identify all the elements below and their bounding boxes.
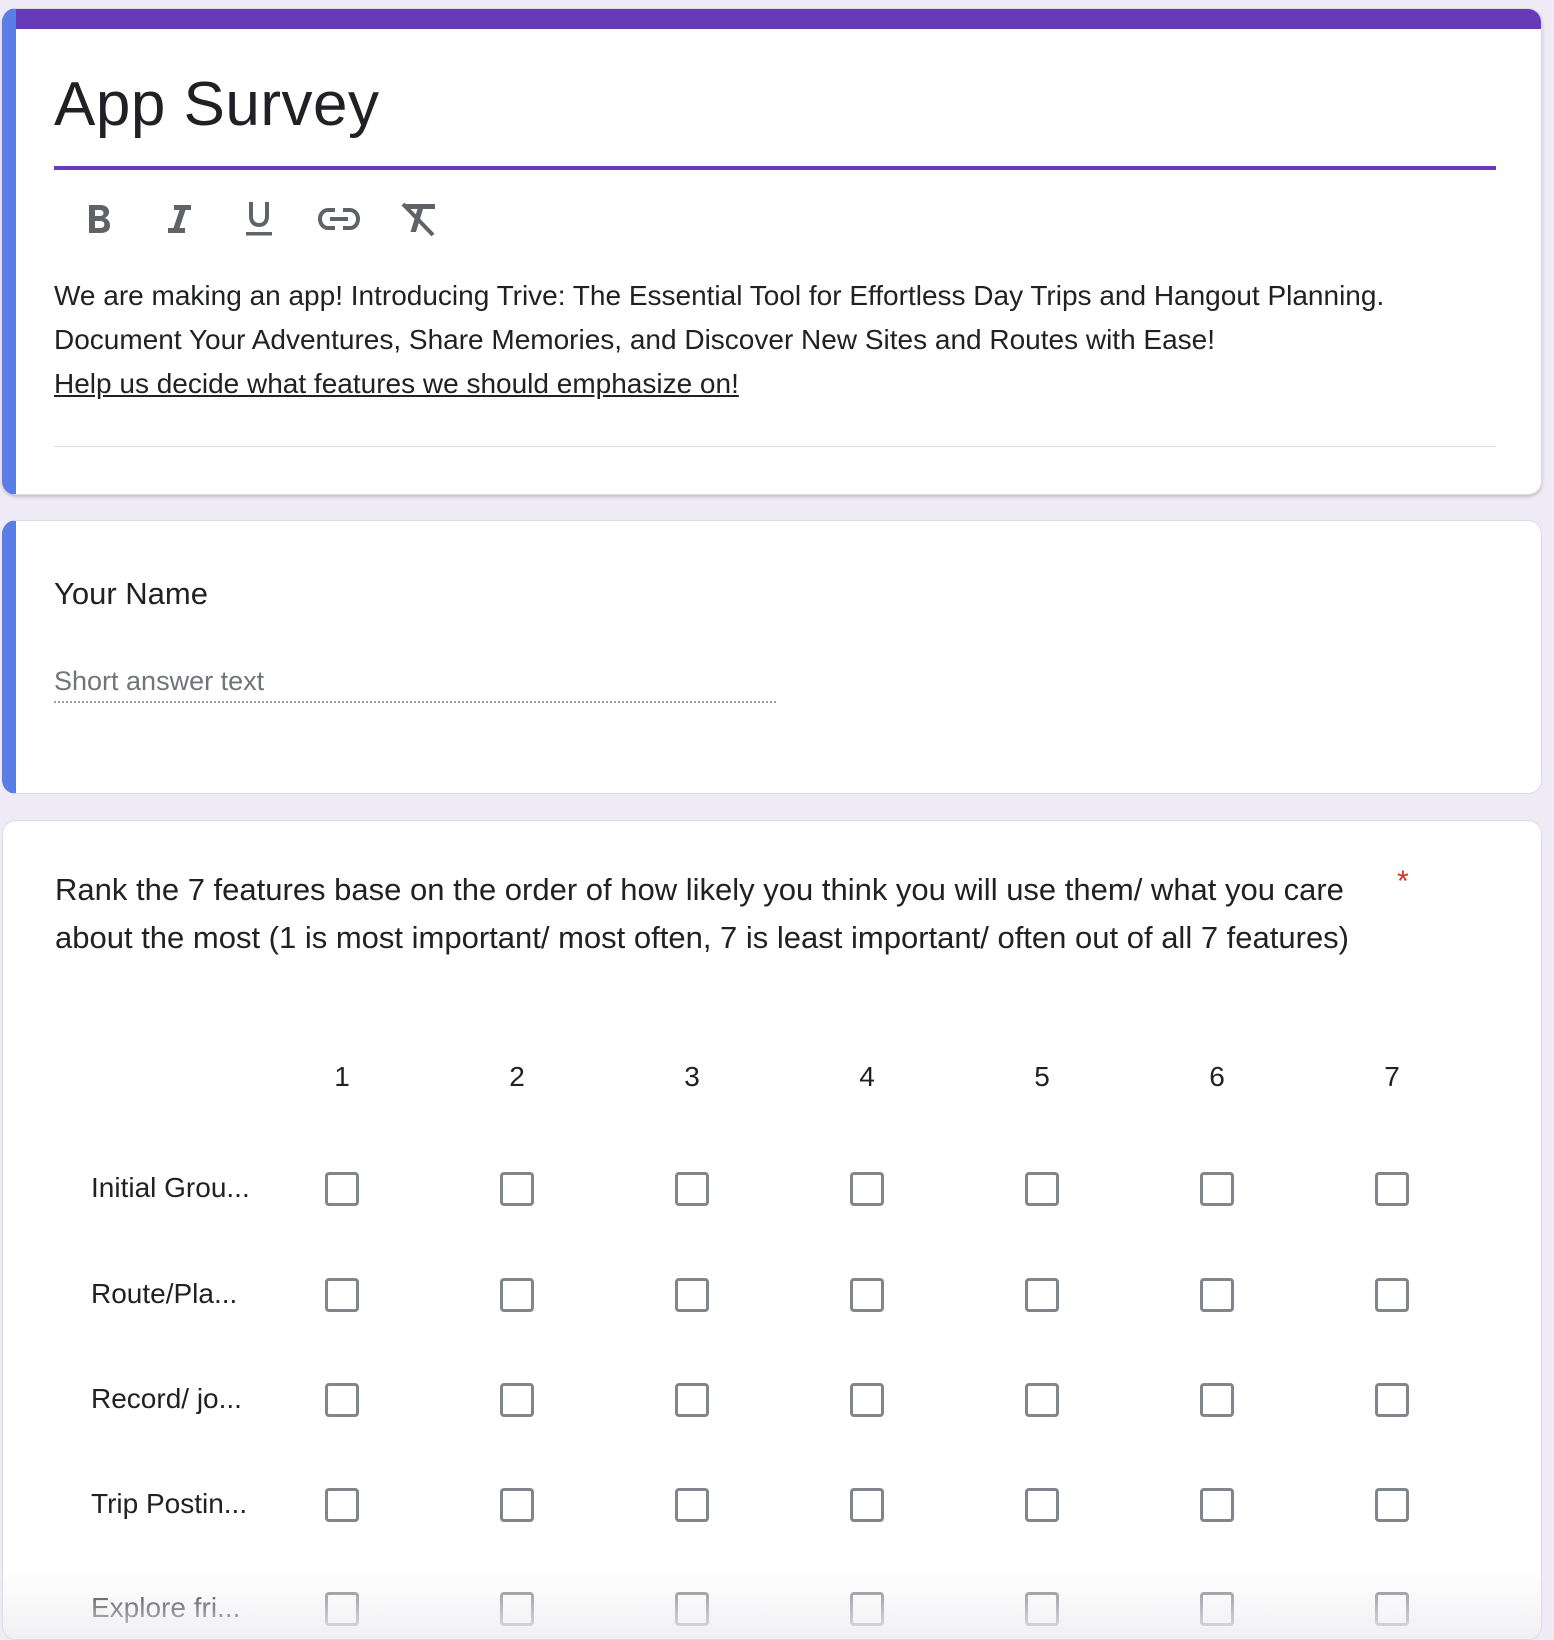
grid-checkbox[interactable]: [1375, 1172, 1409, 1206]
grid-column-header: 7: [1384, 1061, 1400, 1092]
grid-checkbox[interactable]: [675, 1278, 709, 1312]
grid-checkbox[interactable]: [850, 1488, 884, 1522]
grid-checkbox[interactable]: [1200, 1488, 1234, 1522]
description-line: Document Your Adventures, Share Memories…: [54, 324, 1216, 355]
form-title[interactable]: App Survey: [54, 69, 380, 140]
grid-checkbox[interactable]: [1375, 1592, 1409, 1626]
grid-row-label: Explore fri...: [91, 1592, 241, 1623]
grid-row-label: Initial Grou...: [91, 1172, 250, 1203]
grid-checkbox[interactable]: [1025, 1172, 1059, 1206]
grid-column-header: 4: [859, 1061, 875, 1092]
grid-column-header: 5: [1034, 1061, 1050, 1092]
required-asterisk: *: [1397, 865, 1409, 898]
grid-checkbox[interactable]: [675, 1488, 709, 1522]
grid-checkbox[interactable]: [1025, 1278, 1059, 1312]
grid-checkbox[interactable]: [850, 1592, 884, 1626]
grid-column-header: 1: [334, 1061, 350, 1092]
grid-checkbox[interactable]: [325, 1172, 359, 1206]
grid-column-header: 3: [684, 1061, 700, 1092]
question-title: Rank the 7 features base on the order of…: [55, 872, 1350, 955]
grid-checkbox[interactable]: [675, 1383, 709, 1417]
grid-checkbox[interactable]: [850, 1383, 884, 1417]
grid-checkbox[interactable]: [1375, 1383, 1409, 1417]
grid-checkbox[interactable]: [325, 1592, 359, 1626]
accent-top-bar: [16, 9, 1541, 29]
italic-icon[interactable]: [156, 196, 202, 242]
clear-formatting-icon[interactable]: [396, 196, 442, 242]
grid-checkbox[interactable]: [1375, 1488, 1409, 1522]
grid-checkbox[interactable]: [500, 1278, 534, 1312]
grid-checkbox[interactable]: [675, 1172, 709, 1206]
grid-checkbox[interactable]: [1025, 1383, 1059, 1417]
grid-checkbox[interactable]: [1200, 1592, 1234, 1626]
grid-row-label: Record/ jo...: [91, 1383, 242, 1414]
description-line: We are making an app! Introducing Trive:…: [54, 280, 1385, 311]
grid-checkbox[interactable]: [500, 1488, 534, 1522]
form-header-card[interactable]: App Survey We are making an app! Introdu…: [2, 8, 1542, 495]
grid-checkbox[interactable]: [850, 1278, 884, 1312]
question-title: Your Name: [54, 576, 208, 611]
question-card-rank-features[interactable]: Rank the 7 features base on the order of…: [2, 820, 1542, 1640]
link-icon[interactable]: [316, 196, 362, 242]
grid-row-label: Trip Postin...: [91, 1488, 248, 1519]
title-underline: [54, 166, 1496, 170]
grid-checkbox[interactable]: [1375, 1278, 1409, 1312]
question-card-your-name[interactable]: Your Name: [2, 520, 1542, 794]
grid-column-header: 6: [1209, 1061, 1225, 1092]
grid-checkbox[interactable]: [1025, 1592, 1059, 1626]
grid-checkbox[interactable]: [325, 1488, 359, 1522]
short-answer-input[interactable]: [54, 661, 776, 703]
grid-checkbox[interactable]: [675, 1592, 709, 1626]
description-divider: [54, 446, 1496, 447]
grid-row-label: Route/Pla...: [91, 1278, 238, 1309]
grid-checkbox[interactable]: [325, 1278, 359, 1312]
underline-icon[interactable]: [236, 196, 282, 242]
grid-checkbox[interactable]: [500, 1592, 534, 1626]
grid-checkbox[interactable]: [325, 1383, 359, 1417]
bold-icon[interactable]: [76, 196, 122, 242]
grid-checkbox[interactable]: [500, 1172, 534, 1206]
form-description[interactable]: We are making an app! Introducing Trive:…: [54, 274, 1514, 406]
grid-checkbox[interactable]: [1025, 1488, 1059, 1522]
grid-checkbox[interactable]: [1200, 1383, 1234, 1417]
grid-checkbox[interactable]: [500, 1383, 534, 1417]
description-link-text: Help us decide what features we should e…: [54, 368, 739, 399]
grid-checkbox[interactable]: [1200, 1278, 1234, 1312]
grid-checkbox[interactable]: [1200, 1172, 1234, 1206]
text-format-toolbar: [76, 189, 476, 249]
grid-checkbox[interactable]: [850, 1172, 884, 1206]
grid-column-header: 2: [509, 1061, 525, 1092]
